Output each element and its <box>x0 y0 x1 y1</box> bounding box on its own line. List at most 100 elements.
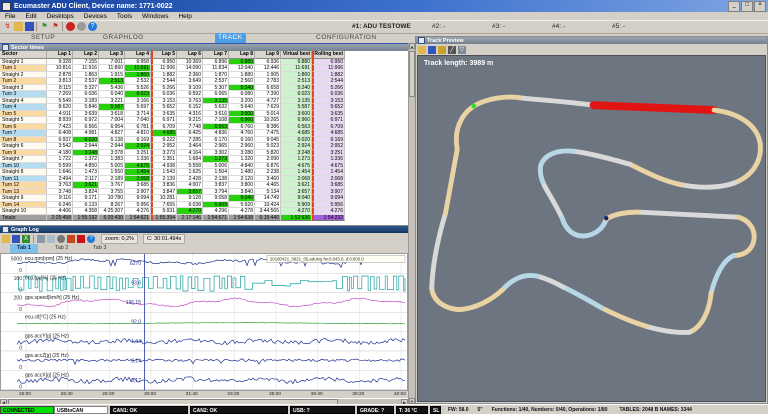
record-icon[interactable] <box>77 235 85 243</box>
lap-time-cell[interactable]: 1:54:621 <box>125 215 151 222</box>
track-segment-white <box>682 183 735 187</box>
track-segment-tan <box>630 164 682 185</box>
sector-times-header[interactable]: Sector times <box>0 44 408 51</box>
column-header[interactable]: Lap 5 <box>151 51 177 59</box>
help-icon[interactable]: ? <box>87 235 95 243</box>
device-slot-3[interactable]: #3: - <box>492 23 505 30</box>
track-canvas[interactable]: Track length: 3989 m <box>417 55 766 402</box>
status-segment: CAN2: OK <box>190 406 288 414</box>
lap-time-cell[interactable]: 2:17:146 <box>177 215 203 222</box>
lap-time-cell[interactable]: 1:55:192 <box>73 215 99 222</box>
rolling-best-cell[interactable]: 1:54:232 <box>312 215 345 222</box>
tab-track[interactable]: TRACK <box>215 33 246 43</box>
graph-tab-1[interactable]: Tab 1 <box>10 244 38 253</box>
export-flag-icon[interactable]: ⚑ <box>51 22 60 31</box>
column-header[interactable]: Virtual best <box>281 51 312 59</box>
status-segment: CONNECTED <box>0 406 54 414</box>
channel-name-label: gps.accX[g] (25 Hz) <box>25 373 69 379</box>
filter-icon[interactable]: ▽ <box>458 46 466 54</box>
track-segment-blue <box>563 287 601 308</box>
column-header[interactable]: Sector <box>0 51 47 59</box>
menu-item-help[interactable]: Help <box>178 13 191 20</box>
cursor-value-label: 6270 <box>130 261 141 267</box>
track-toolbar: ╱▽ <box>416 44 767 55</box>
status-segment: TABLES: 2048 B NAMES: 3344 <box>618 406 694 414</box>
column-header[interactable]: Lap 3 <box>99 51 125 59</box>
graph-log-panel: Graph Log X?zoom: 0,2%C: 30:01.494s Tab … <box>0 225 408 404</box>
track-segment-red <box>594 105 715 110</box>
column-header[interactable]: Lap 9 <box>255 51 281 59</box>
track-segment-white <box>643 212 739 217</box>
graph-plot-area[interactable]: ecu.rpm[rpm] (25 Hz)500006270ecu.tps[%] … <box>0 253 408 391</box>
panel-icon <box>2 226 9 233</box>
menu-item-devices[interactable]: Devices <box>84 13 107 20</box>
tab-configuration[interactable]: CONFIGURATION <box>313 33 380 43</box>
column-header[interactable]: Lap 1 <box>47 51 73 59</box>
menu-item-file[interactable]: File <box>5 13 15 20</box>
save-icon[interactable] <box>12 235 20 243</box>
menu-item-windows[interactable]: Windows <box>142 13 168 20</box>
chart-layout-icon[interactable] <box>37 235 45 243</box>
column-header[interactable]: Lap 8 <box>229 51 255 59</box>
x-tick-label: 36:40 <box>305 392 329 397</box>
track-segment-blue <box>502 275 537 290</box>
save-icon[interactable] <box>25 22 34 31</box>
graph-tab-3[interactable]: Tab 3 <box>86 244 113 253</box>
start-marker <box>472 104 477 109</box>
menu-item-tools[interactable]: Tools <box>117 13 132 20</box>
column-header[interactable]: Rolling best <box>312 51 345 59</box>
import-flag-icon[interactable]: ⚑ <box>40 22 49 31</box>
virtual-best-cell[interactable]: 1:52:936 <box>281 215 312 222</box>
device-slot-1[interactable]: #1: ADU TESTOWE <box>352 23 411 30</box>
column-header[interactable]: Lap 2 <box>73 51 99 59</box>
menu-item-desktops[interactable]: Desktops <box>47 13 74 20</box>
channel-min-label: 0 <box>19 346 22 352</box>
device-slot-4[interactable]: #4: - <box>552 23 565 30</box>
cursor-value-label: 0,14 <box>131 358 141 364</box>
channel-name-label: ecu.rpm[rpm] (25 Hz) <box>25 256 73 262</box>
device-slot-2[interactable]: #2: - <box>432 23 445 30</box>
menu-item-edit[interactable]: Edit <box>25 13 36 20</box>
zoom-tool-icon[interactable] <box>57 235 65 243</box>
channel-strip: gps.accY[g] (25 Hz)01,04 <box>1 332 407 352</box>
wand-icon[interactable] <box>438 46 446 54</box>
chart-overlay-icon[interactable] <box>47 235 55 243</box>
open-icon[interactable] <box>2 235 10 243</box>
column-header[interactable]: Lap 4 <box>125 51 151 59</box>
pencil-icon[interactable]: ╱ <box>448 46 456 54</box>
x-tick-label: 25:00 <box>13 392 37 397</box>
sector-name-cell[interactable]: Totals: <box>0 215 47 222</box>
track-preview-header[interactable]: Track Preview <box>416 37 767 44</box>
maximize-button[interactable]: □ <box>741 1 753 12</box>
stop-icon[interactable] <box>66 22 75 31</box>
lap-time-cell[interactable]: 6:20:430 <box>99 215 125 222</box>
column-header[interactable]: Lap 7 <box>203 51 229 59</box>
lap-time-cell[interactable]: 1:55:394 <box>151 215 177 222</box>
save-icon[interactable] <box>428 46 436 54</box>
toolbar-separator <box>33 235 34 243</box>
x-tick-label: 33:20 <box>221 392 245 397</box>
x-tick-label: 30:00 <box>138 392 162 397</box>
lap-time-cell[interactable]: 6:15:440 <box>255 215 281 222</box>
marker-icon[interactable] <box>67 235 75 243</box>
workspace-vertical-scrollbar[interactable]: ▲ ▼ <box>408 43 415 404</box>
device-slot-5[interactable]: #5: - <box>612 23 625 30</box>
minimize-button[interactable]: _ <box>728 1 740 12</box>
lap-time-cell[interactable]: 1:54:638 <box>229 215 255 222</box>
help-icon[interactable]: ? <box>88 22 97 31</box>
tab-setup[interactable]: SETUP <box>28 33 58 43</box>
column-header[interactable]: Lap 6 <box>177 51 203 59</box>
excel-export-icon[interactable]: X <box>22 235 30 243</box>
lap-time-cell[interactable]: 1:54:671 <box>203 215 229 222</box>
open-icon[interactable] <box>14 22 23 31</box>
lap-time-cell[interactable]: 2:25:458 <box>47 215 73 222</box>
graph-tab-2[interactable]: Tab 2 <box>48 244 75 253</box>
close-button[interactable]: × <box>754 1 766 12</box>
x-tick-label: 35:00 <box>263 392 287 397</box>
graph-log-header[interactable]: Graph Log <box>0 226 408 233</box>
channel-name-label: ecu.clt[°C] (25 Hz) <box>25 314 66 320</box>
open-icon[interactable] <box>418 46 426 54</box>
tab-graphlog[interactable]: GRAPHLOG <box>100 33 147 43</box>
connect-icon[interactable]: ↯ <box>3 22 12 31</box>
settings-icon[interactable] <box>77 22 86 31</box>
